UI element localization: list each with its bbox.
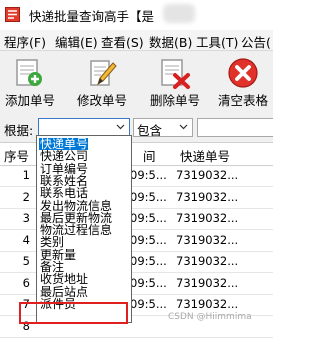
dropdown-option[interactable]: 物流过程信息: [39, 224, 112, 236]
window-title: 快递批量查询高手【是: [29, 9, 155, 24]
watermark: CSDN @Hiimmima: [168, 312, 252, 322]
operator-select[interactable]: 包含: [133, 118, 193, 138]
clear-icon: [228, 58, 258, 88]
delete-number-label: 删除单号: [149, 93, 200, 108]
row-tracking-number: 7319032...: [176, 254, 239, 268]
add-document-icon: [16, 59, 42, 86]
blurred-region: [163, 4, 195, 23]
row-number: 1: [22, 168, 30, 182]
dropdown-option[interactable]: 最后站点: [39, 286, 88, 298]
dropdown-option[interactable]: 收货地址: [39, 273, 88, 285]
row-tracking-number: 7319032...: [176, 168, 239, 182]
edit-document-icon: [90, 60, 117, 86]
column-header-tracking-number[interactable]: 快递单号: [180, 146, 230, 165]
row-tracking-number: 7319032...: [176, 189, 239, 204]
row-number: 6: [22, 275, 30, 290]
dropdown-option[interactable]: 快递公司: [39, 150, 88, 162]
filter-label: 根据:: [4, 123, 34, 138]
toolbar: 添加单号 修改单号 删除单号 清空表格: [0, 50, 273, 113]
dropdown-option[interactable]: 最后更新物流: [39, 212, 112, 224]
dropdown-option[interactable]: 类别: [39, 236, 64, 248]
menu-bar: 程序(F) 编辑(E) 查看(S) 数据(B) 工具(T) 公告(: [0, 30, 273, 50]
menu-view[interactable]: 查看(S): [101, 32, 144, 51]
app-icon: [5, 7, 20, 22]
row-time: 09:5...: [130, 189, 167, 204]
menu-tools[interactable]: 工具(T): [196, 32, 238, 51]
row-number: 3: [22, 211, 30, 225]
delete-number-button[interactable]: 删除单号: [147, 53, 203, 111]
dropdown-option[interactable]: 联系电话: [39, 187, 88, 199]
clear-table-button[interactable]: 清空表格: [215, 53, 271, 111]
edit-number-label: 修改单号: [76, 93, 127, 108]
delete-document-icon: [161, 59, 190, 89]
add-number-button[interactable]: 添加单号: [2, 53, 58, 111]
menu-program[interactable]: 程序(F): [4, 32, 46, 51]
row-number: 5: [22, 254, 30, 268]
row-time: 09:5...: [130, 168, 167, 182]
column-header-index[interactable]: 序号: [4, 146, 29, 165]
dropdown-option[interactable]: 快递单号: [39, 138, 89, 150]
row-tracking-number: 7319032...: [176, 232, 239, 247]
operator-value: 包含: [137, 123, 163, 138]
row-divider: [0, 336, 273, 338]
add-number-label: 添加单号: [4, 93, 55, 108]
row-number: 2: [22, 189, 30, 204]
field-dropdown-list: 快递单号 快递公司 订单编号 联系姓名 联系电话 发出物流信息 最后更新物流 物流过程信息 类别…: [36, 135, 132, 323]
chevron-down-icon: [179, 124, 188, 130]
row-time: 09:5...: [130, 211, 167, 225]
dropdown-option[interactable]: 联系姓名: [39, 175, 88, 187]
clear-table-label: 清空表格: [217, 93, 268, 108]
search-value-input[interactable]: [197, 118, 273, 137]
row-time: 09:5...: [130, 297, 167, 311]
menu-announcement[interactable]: 公告(: [241, 32, 271, 51]
row-tracking-number: 7319032...: [176, 275, 239, 290]
row-tracking-number: 7319032...: [176, 297, 239, 311]
row-number: 4: [22, 232, 30, 247]
dropdown-option[interactable]: 发出物流信息: [39, 200, 112, 212]
highlight-box: [19, 302, 128, 324]
dropdown-option[interactable]: 更新量: [39, 249, 76, 261]
row-time: 09:5...: [130, 275, 167, 290]
column-header-time[interactable]: 间: [143, 146, 156, 165]
dropdown-option[interactable]: 订单编号: [39, 163, 88, 175]
title-bar: 快递批量查询高手【是: [0, 0, 273, 30]
menu-edit[interactable]: 编辑(E): [55, 32, 98, 51]
row-time: 09:5...: [130, 232, 167, 247]
row-time: 09:5...: [130, 254, 167, 268]
edit-number-button[interactable]: 修改单号: [74, 53, 130, 111]
chevron-down-icon: [116, 124, 125, 130]
menu-data[interactable]: 数据(B): [149, 32, 192, 51]
row-tracking-number: 7319032...: [176, 211, 239, 225]
